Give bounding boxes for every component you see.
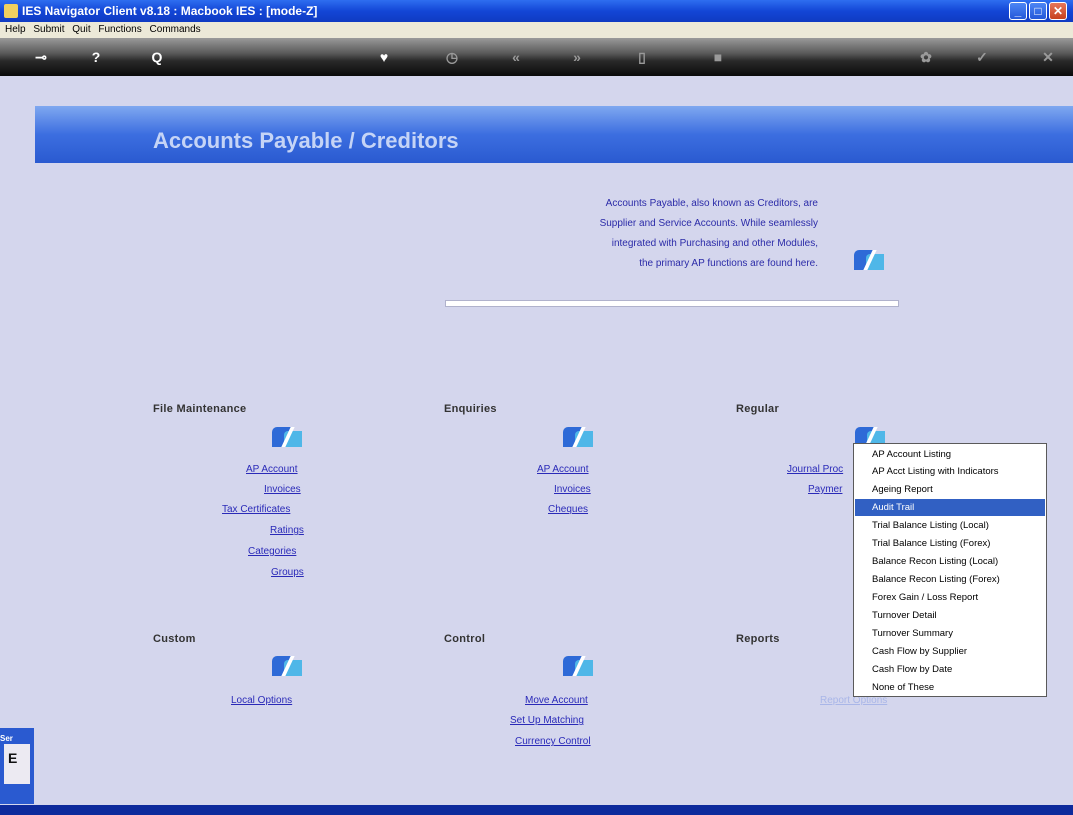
intro-line: Accounts Payable, also known as Creditor… bbox=[605, 198, 818, 209]
section-title-custom: Custom bbox=[153, 633, 196, 645]
menu-commands[interactable]: Commands bbox=[150, 22, 201, 38]
forward-icon[interactable]: » bbox=[566, 47, 588, 67]
file-maintenance-icon[interactable] bbox=[272, 427, 302, 447]
enquiries-icon[interactable] bbox=[563, 427, 593, 447]
link-payments[interactable]: Paymer bbox=[808, 484, 842, 495]
refresh-icon[interactable]: ✿ bbox=[915, 47, 937, 67]
menu-item-cash-flow-date[interactable]: Cash Flow by Date bbox=[855, 661, 1045, 678]
close-window-button[interactable]: ✕ bbox=[1049, 2, 1067, 20]
menu-item-balance-recon-local[interactable]: Balance Recon Listing (Local) bbox=[855, 553, 1045, 570]
link-categories[interactable]: Categories bbox=[248, 546, 296, 557]
link-cheques[interactable]: Cheques bbox=[548, 504, 588, 515]
link-tax-certificates[interactable]: Tax Certificates bbox=[222, 504, 290, 515]
heart-icon[interactable]: ♥ bbox=[373, 47, 395, 67]
link-move-account[interactable]: Move Account bbox=[525, 695, 588, 706]
menu-item-none-of-these[interactable]: None of These bbox=[855, 679, 1045, 696]
menu-quit[interactable]: Quit bbox=[72, 22, 90, 38]
pause-icon[interactable]: ▯ bbox=[631, 47, 653, 67]
title-bar: IES Navigator Client v8.18 : Macbook IES… bbox=[0, 0, 1073, 22]
menu-bar: Help Submit Quit Functions Commands bbox=[0, 22, 1073, 38]
link-ap-account[interactable]: AP Account bbox=[246, 464, 298, 475]
divider bbox=[445, 300, 899, 307]
side-panel-label: Ser bbox=[0, 734, 13, 743]
section-title-control: Control bbox=[444, 633, 486, 645]
menu-item-balance-recon-forex[interactable]: Balance Recon Listing (Forex) bbox=[855, 571, 1045, 588]
menu-submit[interactable]: Submit bbox=[33, 22, 64, 38]
intro-line: the primary AP functions are found here. bbox=[639, 258, 818, 269]
key-icon[interactable]: ⊸ bbox=[30, 47, 52, 67]
maximize-button[interactable]: □ bbox=[1029, 2, 1047, 20]
intro-text: Accounts Payable, also known as Creditor… bbox=[478, 194, 818, 274]
menu-functions[interactable]: Functions bbox=[98, 22, 141, 38]
app-icon bbox=[4, 4, 18, 18]
menu-item-cash-flow-supplier[interactable]: Cash Flow by Supplier bbox=[855, 643, 1045, 660]
link-invoices[interactable]: Invoices bbox=[264, 484, 301, 495]
close-icon[interactable]: ✕ bbox=[1037, 47, 1059, 67]
section-title-reports: Reports bbox=[736, 633, 780, 645]
link-set-up-matching[interactable]: Set Up Matching bbox=[510, 715, 584, 726]
ok-icon[interactable]: ✓ bbox=[971, 47, 993, 67]
link-currency-control[interactable]: Currency Control bbox=[515, 736, 591, 747]
link-ratings[interactable]: Ratings bbox=[270, 525, 304, 536]
control-icon[interactable] bbox=[563, 656, 593, 676]
ies-logo-icon bbox=[854, 250, 884, 270]
link-local-options[interactable]: Local Options bbox=[231, 695, 292, 706]
link-journal-processing[interactable]: Journal Proc bbox=[787, 464, 843, 475]
side-panel-tab[interactable]: Ser E bbox=[0, 728, 34, 804]
menu-item-ageing-report[interactable]: Ageing Report bbox=[855, 481, 1045, 498]
section-title-enquiries: Enquiries bbox=[444, 403, 497, 415]
help-icon[interactable]: ? bbox=[85, 47, 107, 67]
regular-report-menu: AP Account Listing AP Acct Listing with … bbox=[853, 443, 1047, 697]
intro-line: Supplier and Service Accounts. While sea… bbox=[599, 218, 818, 229]
menu-item-turnover-detail[interactable]: Turnover Detail bbox=[855, 607, 1045, 624]
menu-help[interactable]: Help bbox=[5, 22, 26, 38]
window-title: IES Navigator Client v8.18 : Macbook IES… bbox=[22, 4, 318, 18]
link-groups[interactable]: Groups bbox=[271, 567, 304, 578]
menu-item-trial-balance-forex[interactable]: Trial Balance Listing (Forex) bbox=[855, 535, 1045, 552]
menu-item-trial-balance-local[interactable]: Trial Balance Listing (Local) bbox=[855, 517, 1045, 534]
toolbar: ⊸ ? Q ♥ ◷ « » ▯ ■ ✿ ✓ ✕ bbox=[0, 38, 1073, 76]
menu-item-ap-acct-listing-indicators[interactable]: AP Acct Listing with Indicators bbox=[855, 463, 1045, 480]
page-header: Accounts Payable / Creditors bbox=[35, 106, 1073, 163]
menu-item-forex-gain-loss[interactable]: Forex Gain / Loss Report bbox=[855, 589, 1045, 606]
custom-icon[interactable] bbox=[272, 656, 302, 676]
intro-line: integrated with Purchasing and other Mod… bbox=[611, 238, 818, 249]
page-title: Accounts Payable / Creditors bbox=[153, 128, 459, 153]
link-enquiry-ap-account[interactable]: AP Account bbox=[537, 464, 589, 475]
status-bar bbox=[0, 805, 1073, 815]
section-title-file-maintenance: File Maintenance bbox=[153, 403, 247, 415]
minimize-button[interactable]: _ bbox=[1009, 2, 1027, 20]
menu-item-ap-account-listing[interactable]: AP Account Listing bbox=[855, 446, 1045, 463]
menu-item-turnover-summary[interactable]: Turnover Summary bbox=[855, 625, 1045, 642]
back-icon[interactable]: « bbox=[505, 47, 527, 67]
search-icon[interactable]: Q bbox=[146, 47, 168, 67]
menu-item-audit-trail[interactable]: Audit Trail bbox=[855, 499, 1045, 516]
side-panel-letter: E bbox=[8, 750, 18, 766]
link-enquiry-invoices[interactable]: Invoices bbox=[554, 484, 591, 495]
section-title-regular: Regular bbox=[736, 403, 780, 415]
clock-icon[interactable]: ◷ bbox=[441, 47, 463, 67]
stop-icon[interactable]: ■ bbox=[707, 47, 729, 67]
